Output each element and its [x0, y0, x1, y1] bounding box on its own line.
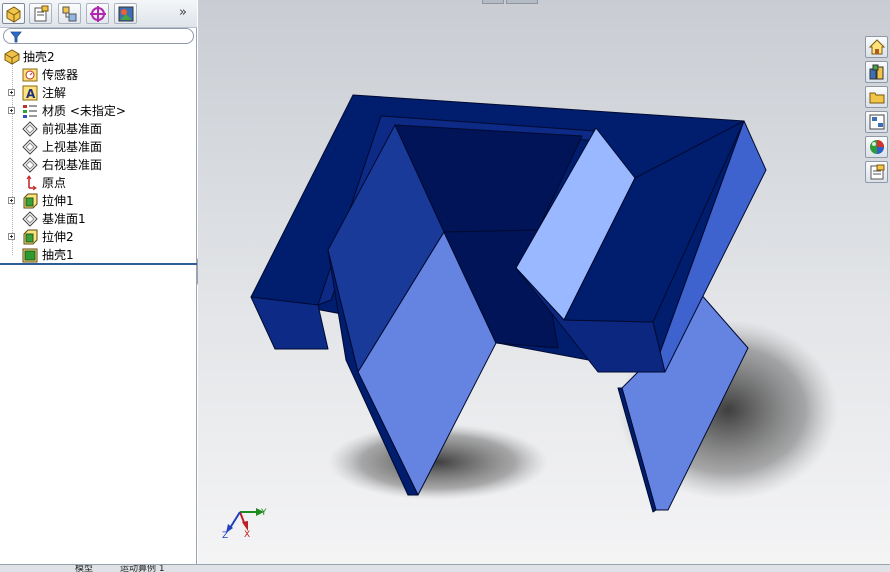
tree-item-label: 上视基准面	[42, 140, 103, 154]
svg-text:A: A	[26, 87, 36, 101]
manager-tab-bar: »	[0, 0, 197, 28]
tree-item-right-plane[interactable]: 右视基准面	[0, 156, 196, 174]
graphics-area[interactable]: Y X Z	[198, 0, 890, 564]
tree-item-origin[interactable]: 原点	[0, 174, 196, 192]
triad-y-label: Y	[260, 508, 267, 518]
annotation-icon: A	[22, 85, 38, 101]
more-tabs-button[interactable]: »	[179, 5, 187, 20]
tab-configuration-manager[interactable]	[58, 3, 81, 24]
plane-icon	[22, 139, 38, 155]
extrude-icon	[23, 229, 38, 245]
triad-x-label: X	[244, 530, 250, 540]
tree-item-label: 拉伸2	[42, 230, 74, 244]
view-palette-icon	[869, 114, 885, 130]
extrude-icon	[23, 193, 38, 209]
taskpane-file-explorer-button[interactable]	[865, 86, 888, 108]
tree-item-annotations[interactable]: A 注解	[0, 84, 196, 102]
coordinate-triad: Y X Z	[222, 508, 267, 541]
display-manager-icon	[118, 6, 134, 22]
expand-toggle[interactable]	[8, 233, 15, 240]
tree-item-label: 基准面1	[42, 212, 86, 226]
tree-item-label: 右视基准面	[42, 158, 103, 172]
tree-item-label: 抽壳2	[23, 50, 55, 64]
filter-icon	[10, 31, 22, 43]
sensor-icon	[22, 68, 38, 82]
taskpane-design-library-button[interactable]	[865, 61, 888, 83]
model-viewport[interactable]: Y X Z	[198, 0, 890, 564]
tab-feature-manager[interactable]	[2, 3, 25, 24]
expand-toggle[interactable]	[8, 107, 15, 114]
crosshair-icon	[90, 6, 106, 22]
configuration-icon	[62, 6, 77, 22]
tree-item-part[interactable]: 抽壳2	[0, 48, 196, 66]
part-icon	[4, 49, 20, 65]
tree-item-label: 材质 <未指定>	[42, 104, 126, 118]
appearance-ball-icon	[870, 140, 884, 154]
plane-icon	[22, 121, 38, 137]
rollback-bar[interactable]	[0, 263, 197, 265]
tree-item-label: 前视基准面	[42, 122, 103, 136]
tree-item-label: 传感器	[42, 68, 79, 82]
task-pane-tabs	[863, 36, 890, 184]
tree-item-label: 拉伸1	[42, 194, 74, 208]
feature-manager-panel: » 抽壳2 传感器 A 注解 材质 <未指定> 前视基准面 上视基准面 右视基准…	[0, 0, 197, 571]
custom-properties-icon	[870, 164, 885, 180]
expand-toggle[interactable]	[8, 89, 15, 96]
taskpane-home-button[interactable]	[865, 36, 888, 58]
property-icon	[34, 5, 49, 22]
tree-item-plane1[interactable]: 基准面1	[0, 210, 196, 228]
plane-icon	[22, 211, 38, 227]
tree-item-material[interactable]: 材质 <未指定>	[0, 102, 196, 120]
tree-item-label: 原点	[42, 176, 67, 190]
material-icon	[23, 105, 37, 118]
home-icon	[869, 39, 885, 55]
tab-property-manager[interactable]	[29, 3, 52, 24]
tree-item-top-plane[interactable]: 上视基准面	[0, 138, 196, 156]
design-library-icon	[869, 64, 884, 80]
origin-icon	[26, 175, 37, 191]
expand-toggle[interactable]	[8, 197, 15, 204]
tree-item-sensors[interactable]: 传感器	[0, 66, 196, 84]
taskpane-appearances-button[interactable]	[865, 136, 888, 158]
taskpane-custom-properties-button[interactable]	[865, 161, 888, 183]
feature-tree-icon	[6, 6, 21, 23]
tree-item-extrude1[interactable]: 拉伸1	[0, 192, 196, 210]
tab-dimxpert-manager[interactable]	[86, 3, 109, 24]
triad-z-label: Z	[222, 531, 228, 541]
tree-item-shell1[interactable]: 抽壳1	[0, 246, 196, 264]
tree-item-extrude2[interactable]: 拉伸2	[0, 228, 196, 246]
shell-icon	[22, 248, 38, 263]
tree-item-label: 注解	[42, 86, 67, 100]
folder-icon	[869, 92, 885, 104]
tree-filter-input[interactable]	[3, 28, 194, 44]
tree-item-front-plane[interactable]: 前视基准面	[0, 120, 196, 138]
taskpane-view-palette-button[interactable]	[865, 111, 888, 133]
tab-display-manager[interactable]	[114, 3, 137, 24]
plane-icon	[22, 157, 38, 173]
tree-item-label: 抽壳1	[42, 248, 74, 262]
